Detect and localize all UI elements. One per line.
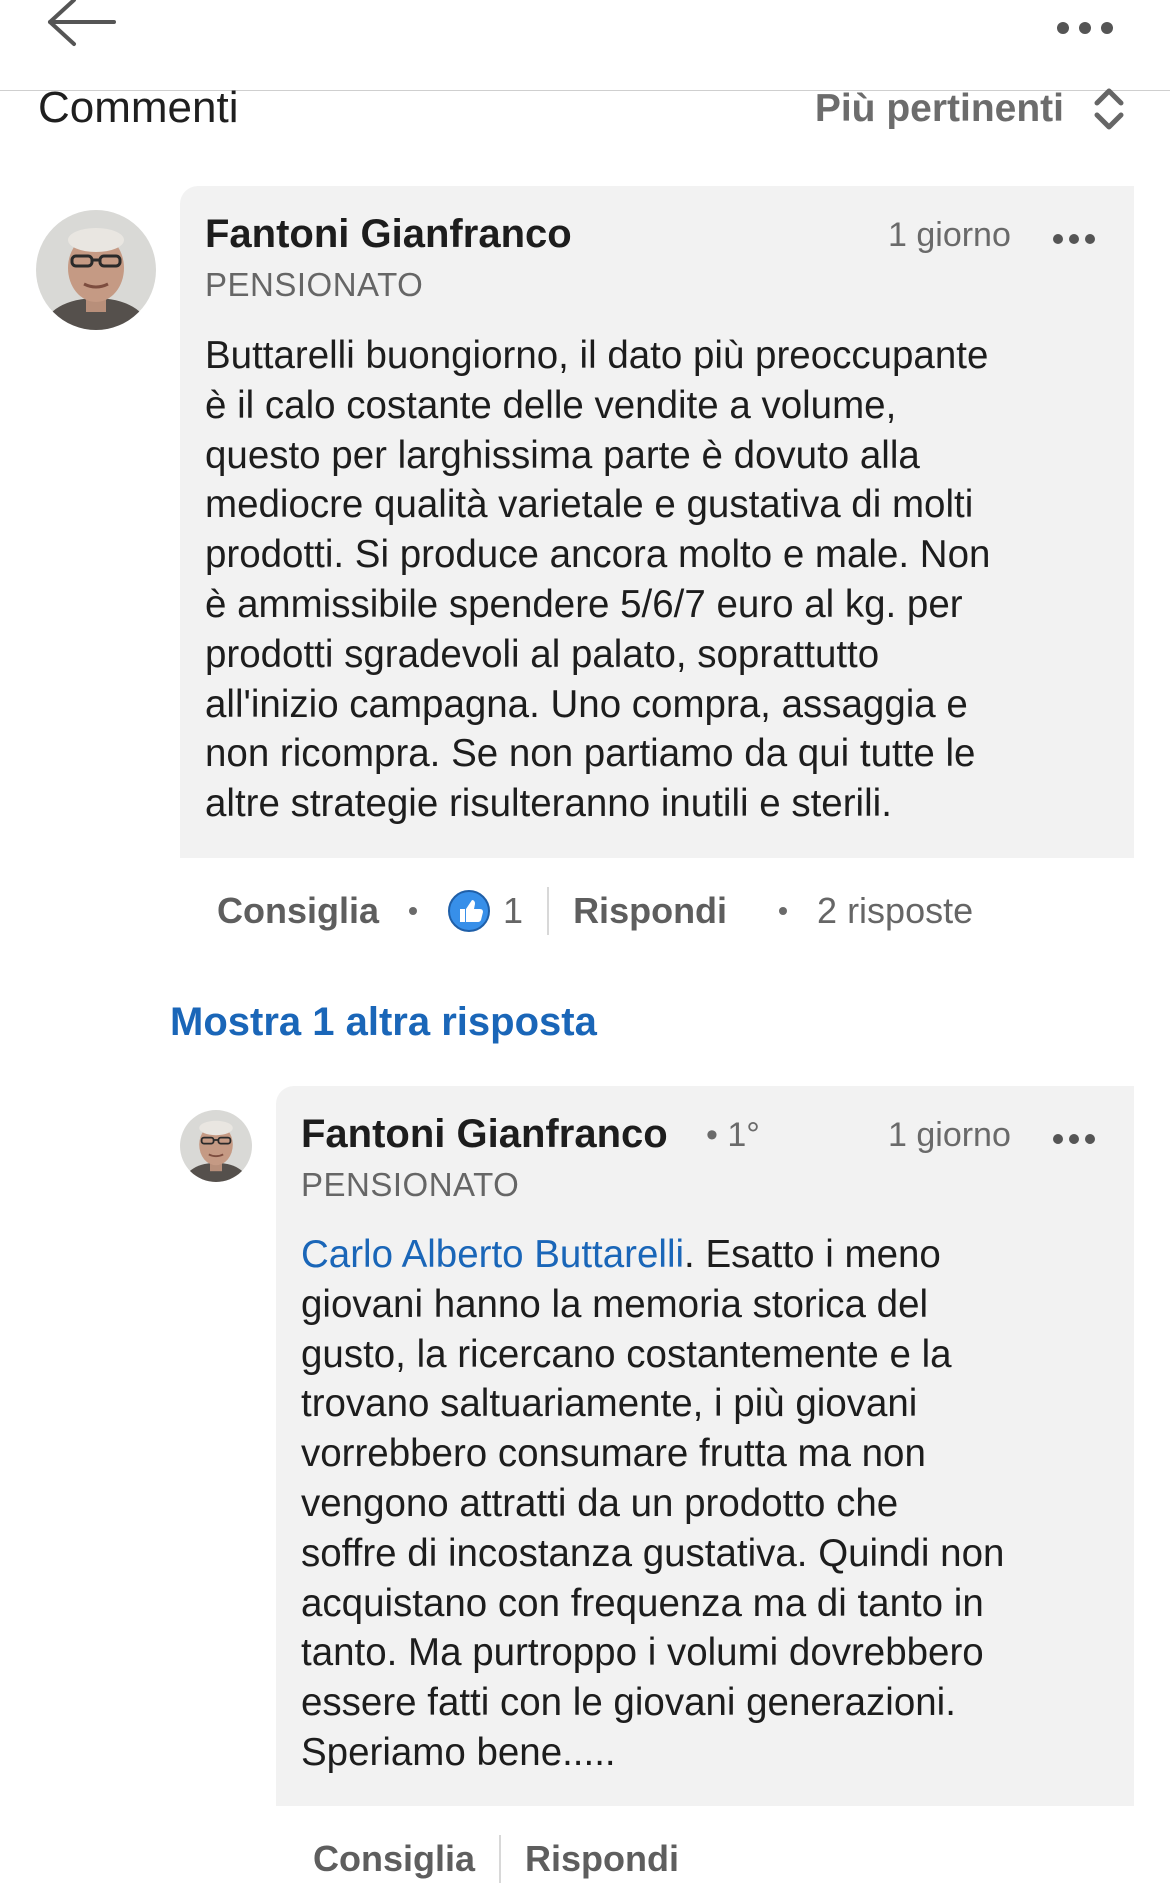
comment-actions: Consiglia 1 Rispondi 2 risposte (217, 886, 973, 936)
more-horizontal-icon (1053, 234, 1095, 244)
like-button[interactable]: Consiglia (313, 1838, 475, 1880)
reply-button[interactable]: Rispondi (525, 1838, 679, 1880)
comment-time: 1 giorno (888, 216, 1011, 254)
more-horizontal-icon (1057, 22, 1113, 34)
replies-count[interactable]: 2 risposte (817, 890, 973, 932)
divider (547, 887, 550, 935)
top-bar (0, 0, 1170, 91)
reply-avatar[interactable] (180, 1110, 252, 1182)
reply-actions: Consiglia Rispondi (313, 1834, 679, 1884)
reply-button[interactable]: Rispondi (573, 890, 727, 932)
divider (499, 1835, 502, 1883)
like-button[interactable]: Consiglia (217, 890, 379, 932)
reply-author[interactable]: Fantoni Gianfranco (301, 1112, 668, 1157)
reply-more-button[interactable] (1052, 1132, 1096, 1146)
separator-dot (779, 907, 788, 915)
back-button[interactable] (40, 0, 130, 50)
sort-dropdown[interactable]: Più pertinenti (815, 82, 1126, 136)
reply-text: Carlo Alberto Buttarelli. Esatto i meno … (301, 1230, 1131, 1778)
comment-more-button[interactable] (1052, 232, 1096, 246)
avatar[interactable] (36, 210, 156, 330)
comment-headline: PENSIONATO (205, 266, 424, 303)
separator-dot (409, 907, 418, 915)
reply-time: 1 giorno (888, 1116, 1011, 1154)
like-badge-icon (448, 890, 491, 932)
arrow-left-icon (48, 0, 116, 46)
comment-author[interactable]: Fantoni Gianfranco (205, 212, 572, 257)
reply-headline: PENSIONATO (301, 1166, 520, 1203)
reply-text-body: . Esatto i meno giovani hanno la memoria… (301, 1233, 1005, 1774)
more-horizontal-icon (1053, 1134, 1095, 1144)
connection-degree: • 1° (706, 1116, 760, 1154)
show-more-replies-link[interactable]: Mostra 1 altra risposta (170, 1000, 597, 1045)
comment-text: Buttarelli buongiorno, il dato più preoc… (205, 334, 991, 826)
mention-link[interactable]: Carlo Alberto Buttarelli (301, 1233, 684, 1276)
comments-title: Commenti (38, 83, 239, 132)
sort-updown-icon (1094, 88, 1124, 130)
sort-label: Più pertinenti (814, 87, 1064, 130)
like-count[interactable]: 1 (503, 890, 523, 932)
more-options-button[interactable] (1040, 6, 1130, 40)
